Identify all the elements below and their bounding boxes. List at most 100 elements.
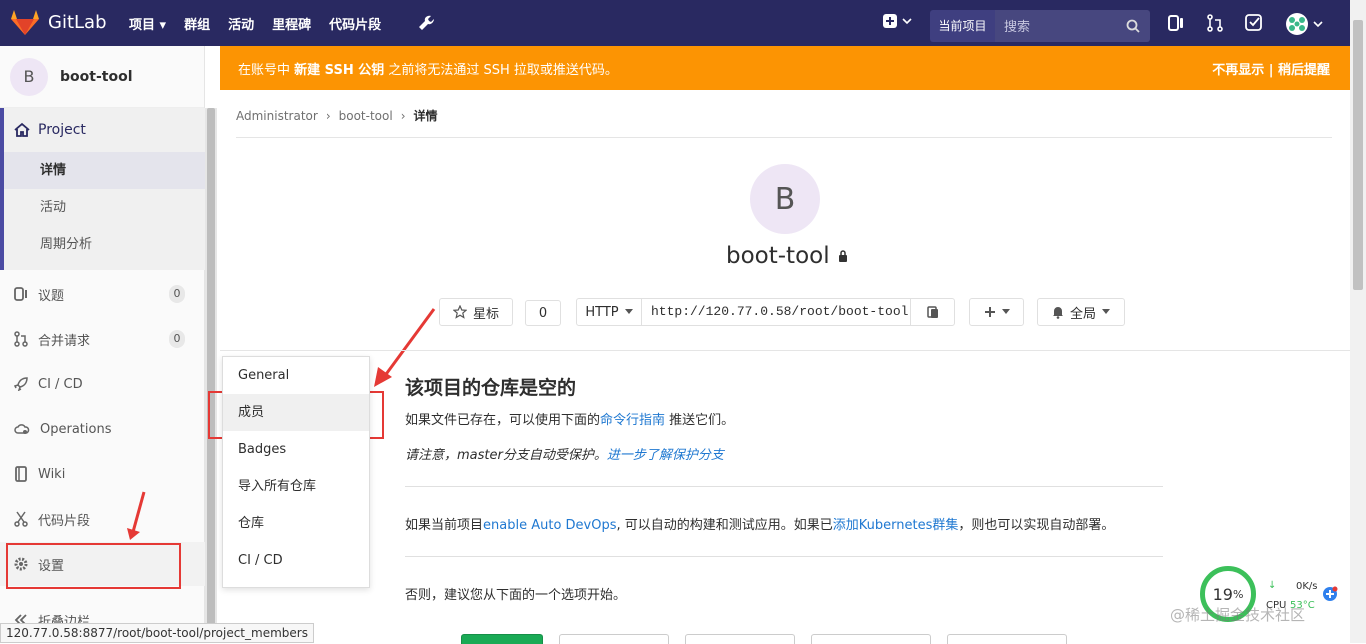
settings-menu-general[interactable]: General — [223, 357, 369, 394]
cloud-gear-icon — [14, 424, 30, 434]
sidebar-item-label: Project — [38, 122, 86, 138]
star-button[interactable]: 星标 — [439, 298, 513, 326]
chevron-right-icon: › — [400, 108, 406, 123]
search-input[interactable] — [995, 10, 1115, 42]
add-menu-button[interactable] — [969, 298, 1024, 326]
sidebar-item-settings[interactable]: 设置 — [0, 542, 205, 586]
home-icon — [14, 122, 30, 137]
nav-link-snippets[interactable]: 代码片段 — [329, 14, 381, 33]
clone-url-input[interactable]: http://120.77.0.58/root/boot-tool.git — [641, 298, 911, 326]
nav-link-groups[interactable]: 群组 — [184, 14, 210, 33]
clone-protocol-dropdown[interactable]: HTTP — [576, 298, 642, 326]
settings-menu-import[interactable]: 导入所有仓库 — [223, 468, 369, 505]
empty-repo-instructions: 如果文件已存在，可以使用下面的命令行指南 推送它们。 — [405, 409, 734, 428]
new-ssh-key-link[interactable]: 新建 SSH 公钥 — [294, 59, 384, 78]
sidebar-scrollbar-thumb[interactable] — [207, 108, 215, 638]
gitlab-logo[interactable]: GitLab — [10, 8, 107, 36]
divider — [405, 556, 1163, 557]
sidebar-subitem-details[interactable]: 详情 — [4, 152, 205, 189]
nav-link-milestones[interactable]: 里程碑 — [272, 14, 311, 33]
plus-square-icon — [883, 14, 897, 28]
text: 如果文件已存在，可以使用下面的 — [405, 413, 601, 428]
empty-repo-section: 该项目的仓库是空的 — [405, 373, 576, 400]
ssh-key-warning-banner: 在账号中 新建 SSH 公钥 之前将无法通过 SSH 拉取或推送代码。 不再显示… — [220, 46, 1350, 90]
sidebar-item-label: 议题 — [38, 288, 65, 304]
sidebar-subitem-cycle-analytics[interactable]: 周期分析 — [4, 226, 205, 263]
net-speed: 0K/s — [1296, 581, 1318, 592]
page-scrollbar[interactable] — [1350, 0, 1366, 643]
add-kubernetes-cluster-link[interactable]: 添加Kubernetes群集 — [833, 518, 959, 533]
caret-down-icon — [624, 309, 633, 314]
sidebar-item-ci-cd[interactable]: CI / CD — [0, 362, 205, 406]
sidebar-item-label: 合并请求 — [38, 333, 91, 349]
notification-dropdown[interactable]: 全局 — [1037, 298, 1125, 326]
top-navbar: GitLab 项目 ▾ 群组 活动 里程碑 代码片段 当前项目 — [0, 0, 1350, 46]
sidebar-subitem-activity[interactable]: 活动 — [4, 189, 205, 226]
nav-link-projects[interactable]: 项目 ▾ — [129, 14, 166, 33]
breadcrumb-item-admin[interactable]: Administrator — [236, 109, 318, 123]
sidebar-item-merge-requests[interactable]: 合并请求 0 — [0, 317, 205, 361]
copy-url-button[interactable] — [910, 298, 955, 326]
sidebar-item-label: 代码片段 — [38, 513, 91, 529]
sidebar-scrollbar[interactable] — [205, 108, 217, 643]
user-menu[interactable] — [1285, 12, 1323, 36]
chevron-down-icon — [1313, 21, 1323, 28]
search-icon — [1126, 19, 1140, 33]
gear-icon — [14, 557, 28, 571]
text: , 可以自动的构建和测试应用。如果已 — [616, 518, 833, 533]
nav-link-activity[interactable]: 活动 — [228, 14, 254, 33]
notification-level: 全局 — [1069, 306, 1096, 322]
protected-branch-note: 请注意，master分支自动受保护。进一步了解保护分支 — [405, 444, 724, 463]
watermark: @稀土掘金技术社区 — [1170, 606, 1306, 624]
sidebar-item-project[interactable]: Project — [4, 108, 205, 152]
new-dropdown[interactable] — [882, 13, 912, 29]
banner-text-before: 在账号中 — [238, 62, 291, 78]
issues-count-badge: 0 — [169, 285, 185, 303]
divider — [405, 486, 1163, 487]
admin-wrench-icon[interactable] — [418, 15, 434, 31]
sidebar-item-issues[interactable]: 议题 0 — [0, 272, 205, 316]
sidebar-item-label: 设置 — [38, 558, 65, 574]
sidebar-item-label: Operations — [40, 421, 112, 437]
protected-branches-link[interactable]: 进一步了解保护分支 — [607, 448, 724, 463]
enable-auto-devops-link[interactable]: enable Auto DevOps — [483, 518, 616, 533]
empty-repo-heading: 该项目的仓库是空的 — [405, 377, 577, 399]
download-arrow-icon: ↓ — [1268, 580, 1277, 591]
caret-down-icon — [1001, 309, 1010, 314]
breadcrumb-item-current: 详情 — [413, 109, 438, 123]
search-scope[interactable]: 当前项目 — [930, 10, 995, 42]
plus-icon — [984, 307, 995, 317]
settings-menu-members[interactable]: 成员 — [223, 394, 369, 431]
scrollbar-thumb[interactable] — [1353, 20, 1363, 290]
divider — [236, 137, 1332, 138]
scissors-icon — [14, 511, 28, 527]
sidebar-item-wiki[interactable]: Wiki — [0, 452, 205, 496]
sidebar: B boot-tool Project 详情 活动 周期分析 议题 0 合并请求… — [0, 46, 217, 643]
settings-menu-badges[interactable]: Badges — [223, 431, 369, 468]
caret-down-icon — [1102, 309, 1110, 314]
plus-circle-icon[interactable] — [1322, 586, 1338, 602]
star-count[interactable]: 0 — [525, 300, 561, 326]
breadcrumb-item-project[interactable]: boot-tool — [339, 109, 393, 123]
browser-status-url: 120.77.0.58:8877/root/boot-tool/project_… — [0, 623, 314, 643]
sidebar-project-header[interactable]: B boot-tool — [0, 46, 204, 108]
settings-menu-ci-cd[interactable]: CI / CD — [223, 542, 369, 579]
chevron-down-icon — [902, 18, 912, 25]
book-icon — [15, 466, 27, 482]
brand-name: GitLab — [48, 11, 107, 33]
merge-request-icon[interactable] — [1207, 14, 1223, 32]
todos-icon[interactable] — [1245, 14, 1263, 32]
settings-menu-repository[interactable]: 仓库 — [223, 505, 369, 542]
project-avatar: B — [10, 57, 48, 96]
sidebar-item-operations[interactable]: Operations — [0, 407, 205, 451]
issues-icon[interactable] — [1168, 14, 1184, 32]
sidebar-project-name: boot-tool — [60, 68, 133, 85]
banner-actions[interactable]: 不再显示 | 稍后提醒 — [1212, 59, 1330, 78]
user-avatar-icon — [1286, 13, 1308, 35]
search-box[interactable] — [995, 10, 1150, 42]
project-avatar-large: B — [750, 164, 820, 234]
project-title: boot-tool — [726, 243, 848, 269]
sidebar-item-snippets[interactable]: 代码片段 — [0, 497, 205, 541]
command-line-guide-link[interactable]: 命令行指南 — [600, 413, 665, 428]
sidebar-item-label: CI / CD — [38, 376, 83, 392]
